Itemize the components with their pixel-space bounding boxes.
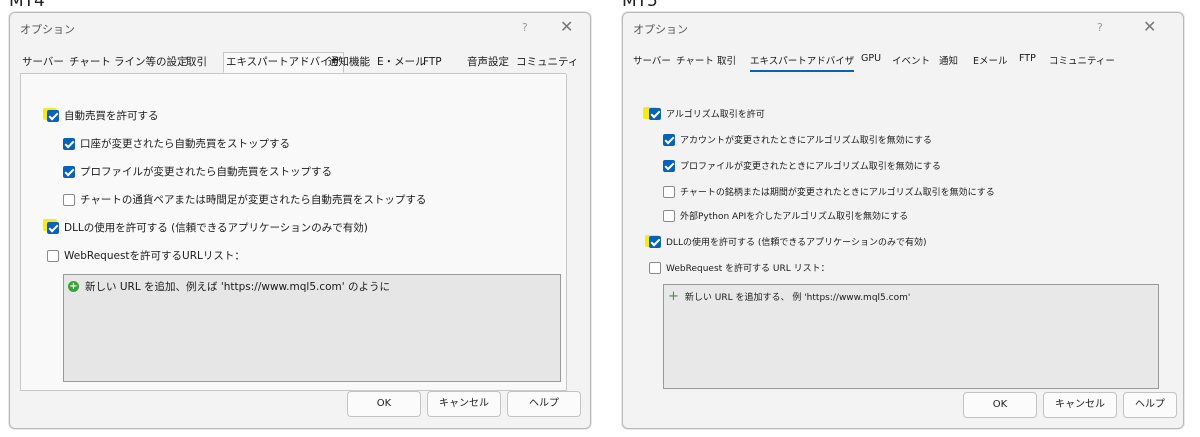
tab-bar: サーバー チャート ライン等の設定 取引 エキスパートアドバイザ 通知機能 E・… bbox=[20, 52, 578, 74]
tab-email[interactable]: Eメール bbox=[973, 53, 1008, 67]
close-icon[interactable]: ✕ bbox=[1143, 17, 1156, 36]
stop-on-profile-change-option[interactable]: プロファイルが変更されたら自動売買をストップする bbox=[63, 164, 332, 179]
tab-notifications[interactable]: 通知機能 bbox=[326, 53, 372, 72]
disable-on-profile-change-option[interactable]: プロファイルが変更されたときにアルゴリズム取引を無効にする bbox=[663, 159, 941, 172]
tab-trade[interactable]: 取引 bbox=[184, 53, 209, 72]
help-button[interactable]: ヘルプ bbox=[1123, 392, 1177, 418]
option-label: 自動売買を許可する bbox=[64, 110, 159, 122]
allow-dll-option[interactable]: DLLの使用を許可する (信頼できるアプリケーションのみで有効) bbox=[649, 235, 926, 248]
checkbox-unchecked[interactable] bbox=[47, 249, 59, 262]
option-label: WebRequest を許可する URL リスト： bbox=[666, 264, 830, 274]
tab-community[interactable]: コミュニティ bbox=[514, 53, 580, 72]
disable-on-symbol-change-option[interactable]: チャートの銘柄または期間が変更されたときにアルゴリズム取引を無効にする bbox=[663, 185, 995, 198]
option-label: アルゴリズム取引を許可 bbox=[666, 110, 765, 120]
close-icon[interactable]: ✕ bbox=[560, 17, 573, 36]
checkbox-checked[interactable] bbox=[63, 137, 75, 150]
allow-webrequest-option[interactable]: WebRequestを許可するURLリスト： bbox=[47, 248, 245, 263]
add-url-placeholder: 新しい URL を追加、例えば 'https://www.mql5.com' の… bbox=[85, 281, 390, 293]
option-label: 口座が変更されたら自動売買をストップする bbox=[80, 138, 290, 150]
tab-community[interactable]: コミュニティー bbox=[1049, 53, 1115, 67]
option-label: DLLの使用を許可する (信頼できるアプリケーションのみで有効) bbox=[666, 238, 927, 248]
tab-chart[interactable]: チャート bbox=[67, 53, 113, 72]
option-label: 外部Python APIを介したアルゴリズム取引を無効にする bbox=[680, 212, 909, 222]
dialog-title: オプション bbox=[20, 23, 75, 36]
allow-algo-trading-option[interactable]: アルゴリズム取引を許可 bbox=[649, 107, 765, 120]
checkbox-unchecked[interactable] bbox=[663, 185, 675, 198]
tab-events[interactable]: イベント bbox=[892, 53, 930, 67]
mt4-options-dialog: オプション ? ✕ サーバー チャート ライン等の設定 取引 エキスパートアドバ… bbox=[9, 12, 591, 429]
option-label: プロファイルが変更されたら自動売買をストップする bbox=[80, 166, 332, 178]
tab-ftp[interactable]: FTP bbox=[1019, 53, 1036, 64]
url-list-box[interactable]: + 新しい URL を追加する、 例 'https://www.mql5.com… bbox=[663, 284, 1159, 389]
add-icon: + bbox=[668, 288, 679, 304]
tab-server[interactable]: サーバー bbox=[633, 53, 671, 67]
help-icon[interactable]: ? bbox=[1097, 21, 1103, 34]
help-button[interactable]: ヘルプ bbox=[507, 391, 581, 417]
option-label: チャートの銘柄または期間が変更されたときにアルゴリズム取引を無効にする bbox=[680, 188, 995, 198]
add-url-item[interactable]: + 新しい URL を追加、例えば 'https://www.mql5.com'… bbox=[68, 279, 390, 294]
help-icon[interactable]: ? bbox=[522, 21, 528, 34]
title-bar: オプション ? ✕ bbox=[10, 13, 590, 43]
cancel-button[interactable]: キャンセル bbox=[427, 391, 501, 417]
disable-on-account-change-option[interactable]: アカウントが変更されたときにアルゴリズム取引を無効にする bbox=[663, 133, 932, 146]
tab-sound[interactable]: 音声設定 bbox=[465, 53, 511, 72]
add-url-item[interactable]: + 新しい URL を追加する、 例 'https://www.mql5.com… bbox=[668, 288, 911, 304]
tab-chart[interactable]: チャート bbox=[676, 53, 714, 67]
stop-on-account-change-option[interactable]: 口座が変更されたら自動売買をストップする bbox=[63, 136, 290, 151]
stop-on-symbol-change-option[interactable]: チャートの通貨ペアまたは時間足が変更されたら自動売買をストップする bbox=[63, 192, 426, 207]
option-label: プロファイルが変更されたときにアルゴリズム取引を無効にする bbox=[680, 162, 941, 172]
ok-button[interactable]: OK bbox=[963, 392, 1037, 418]
dialog-title: オプション bbox=[633, 23, 688, 36]
title-bar: オプション ? ✕ bbox=[623, 13, 1183, 43]
checkbox-checked[interactable] bbox=[47, 109, 59, 122]
disable-python-api-option[interactable]: 外部Python APIを介したアルゴリズム取引を無効にする bbox=[663, 209, 908, 222]
tab-trade[interactable]: 取引 bbox=[717, 53, 736, 67]
option-label: DLLの使用を許可する (信頼できるアプリケーションのみで有効) bbox=[64, 222, 368, 234]
tab-bar: サーバー チャート 取引 エキスパートアドバイザ GPU イベント 通知 Eメー… bbox=[633, 53, 1173, 72]
tab-notifications[interactable]: 通知 bbox=[939, 53, 958, 67]
add-icon: + bbox=[68, 281, 79, 292]
mt5-options-dialog: オプション ? ✕ サーバー チャート 取引 エキスパートアドバイザ GPU イ… bbox=[622, 12, 1184, 429]
caption-mt4: MT4 bbox=[9, 0, 45, 11]
checkbox-unchecked[interactable] bbox=[663, 209, 675, 222]
option-label: アカウントが変更されたときにアルゴリズム取引を無効にする bbox=[680, 136, 932, 146]
checkbox-unchecked[interactable] bbox=[63, 193, 75, 206]
url-list-box[interactable]: + 新しい URL を追加、例えば 'https://www.mql5.com'… bbox=[63, 274, 561, 382]
checkbox-checked[interactable] bbox=[663, 159, 675, 172]
allow-webrequest-option[interactable]: WebRequest を許可する URL リスト： bbox=[649, 261, 830, 274]
checkbox-checked[interactable] bbox=[649, 235, 661, 248]
option-label: チャートの通貨ペアまたは時間足が変更されたら自動売買をストップする bbox=[80, 194, 427, 206]
tab-ftp[interactable]: FTP bbox=[421, 53, 444, 72]
checkbox-checked[interactable] bbox=[63, 165, 75, 178]
cancel-button[interactable]: キャンセル bbox=[1043, 392, 1117, 418]
checkbox-checked[interactable] bbox=[47, 221, 59, 234]
add-url-placeholder: 新しい URL を追加する、 例 'https://www.mql5.com' bbox=[684, 293, 911, 303]
checkbox-unchecked[interactable] bbox=[649, 261, 661, 274]
ok-button[interactable]: OK bbox=[347, 391, 421, 417]
allow-auto-trading-option[interactable]: 自動売買を許可する bbox=[47, 108, 159, 123]
checkbox-checked[interactable] bbox=[663, 133, 675, 146]
tab-line-settings[interactable]: ライン等の設定 bbox=[112, 53, 190, 72]
tab-expert-advisors[interactable]: エキスパートアドバイザ bbox=[750, 53, 855, 72]
tab-email[interactable]: E・メール bbox=[375, 53, 428, 72]
expert-advisors-panel: アルゴリズム取引を許可 アカウントが変更されたときにアルゴリズム取引を無効にする… bbox=[623, 77, 1183, 389]
option-label: WebRequestを許可するURLリスト： bbox=[64, 250, 245, 262]
expert-advisors-panel: 自動売買を許可する 口座が変更されたら自動売買をストップする プロファイルが変更… bbox=[20, 74, 567, 391]
checkbox-checked[interactable] bbox=[649, 107, 661, 120]
tab-server[interactable]: サーバー bbox=[20, 53, 66, 72]
caption-mt5: MT5 bbox=[622, 0, 658, 11]
tab-gpu[interactable]: GPU bbox=[861, 53, 881, 64]
allow-dll-option[interactable]: DLLの使用を許可する (信頼できるアプリケーションのみで有効) bbox=[47, 220, 368, 235]
